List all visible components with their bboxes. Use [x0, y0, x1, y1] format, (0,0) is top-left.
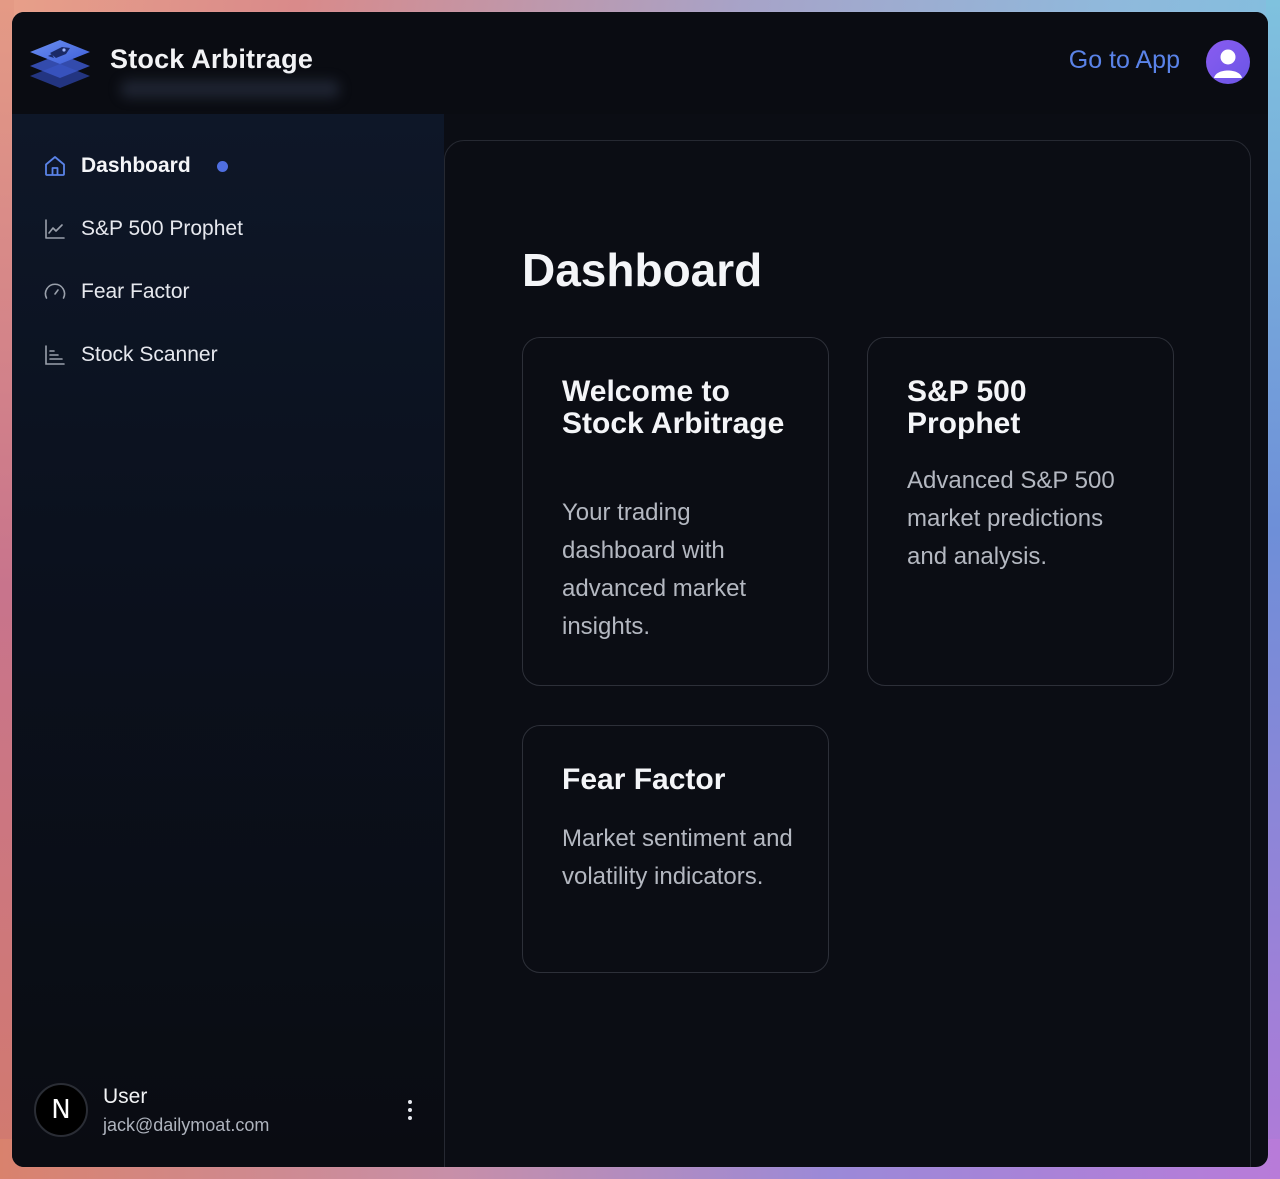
go-to-app-link[interactable]: Go to App [1069, 46, 1180, 75]
sidebar-item-label: Dashboard [81, 154, 191, 177]
page-title: Dashboard [522, 244, 763, 296]
sidebar-item-dashboard[interactable]: Dashboard [42, 146, 228, 186]
sidebar-item-stock-scanner[interactable]: Stock Scanner [42, 335, 218, 375]
welcome-card[interactable]: Welcome to Stock Arbitrage Your trading … [522, 337, 829, 686]
sidebar-item-label: Stock Scanner [81, 343, 218, 366]
card-description: Your trading dashboard with advanced mar… [562, 499, 747, 640]
card-title: Fear Factor [562, 763, 726, 796]
main-content-panel: Dashboard Welcome to Stock Arbitrage You… [444, 140, 1251, 1167]
user-email: jack@dailymoat.com [103, 1115, 270, 1135]
card-title: S&P 500 Prophet [907, 375, 1027, 440]
app-window: Stock Arbitrage Go to App Dashboard S&P … [12, 12, 1268, 1167]
more-options-icon[interactable] [398, 1095, 422, 1125]
profile-avatar-icon[interactable] [1206, 40, 1250, 84]
background-glow-right [1266, 0, 1280, 1179]
sidebar-item-label: Fear Factor [81, 280, 190, 303]
card-description: Market sentiment and volatility indicato… [562, 825, 793, 890]
sidebar-item-label: S&P 500 Prophet [81, 217, 243, 240]
sidebar-item-fear-factor[interactable]: Fear Factor [42, 272, 190, 312]
top-bar: Stock Arbitrage Go to App [12, 12, 1268, 114]
bar-chart-icon [42, 342, 68, 368]
home-icon [42, 153, 68, 179]
user-avatar[interactable]: N [34, 1083, 88, 1137]
sidebar: Dashboard S&P 500 Prophet Fear Factor St… [12, 114, 444, 1167]
user-profile-section[interactable]: N User jack@dailymoat.com [32, 1077, 422, 1143]
card-title: Welcome to Stock Arbitrage [562, 375, 785, 440]
app-brand-title: Stock Arbitrage [110, 44, 314, 74]
blurred-subtitle [120, 80, 340, 98]
fear-factor-card[interactable]: Fear Factor Market sentiment and volatil… [522, 725, 829, 973]
active-indicator-dot [216, 160, 228, 172]
sidebar-item-sp500-prophet[interactable]: S&P 500 Prophet [42, 209, 243, 249]
gauge-icon [42, 279, 68, 305]
rocket-logo-icon[interactable] [26, 34, 94, 92]
user-name: User [103, 1085, 148, 1108]
card-description: Advanced S&P 500 market predictions and … [907, 467, 1115, 570]
sp500-prophet-card[interactable]: S&P 500 Prophet Advanced S&P 500 market … [867, 337, 1174, 686]
line-chart-icon [42, 216, 68, 242]
